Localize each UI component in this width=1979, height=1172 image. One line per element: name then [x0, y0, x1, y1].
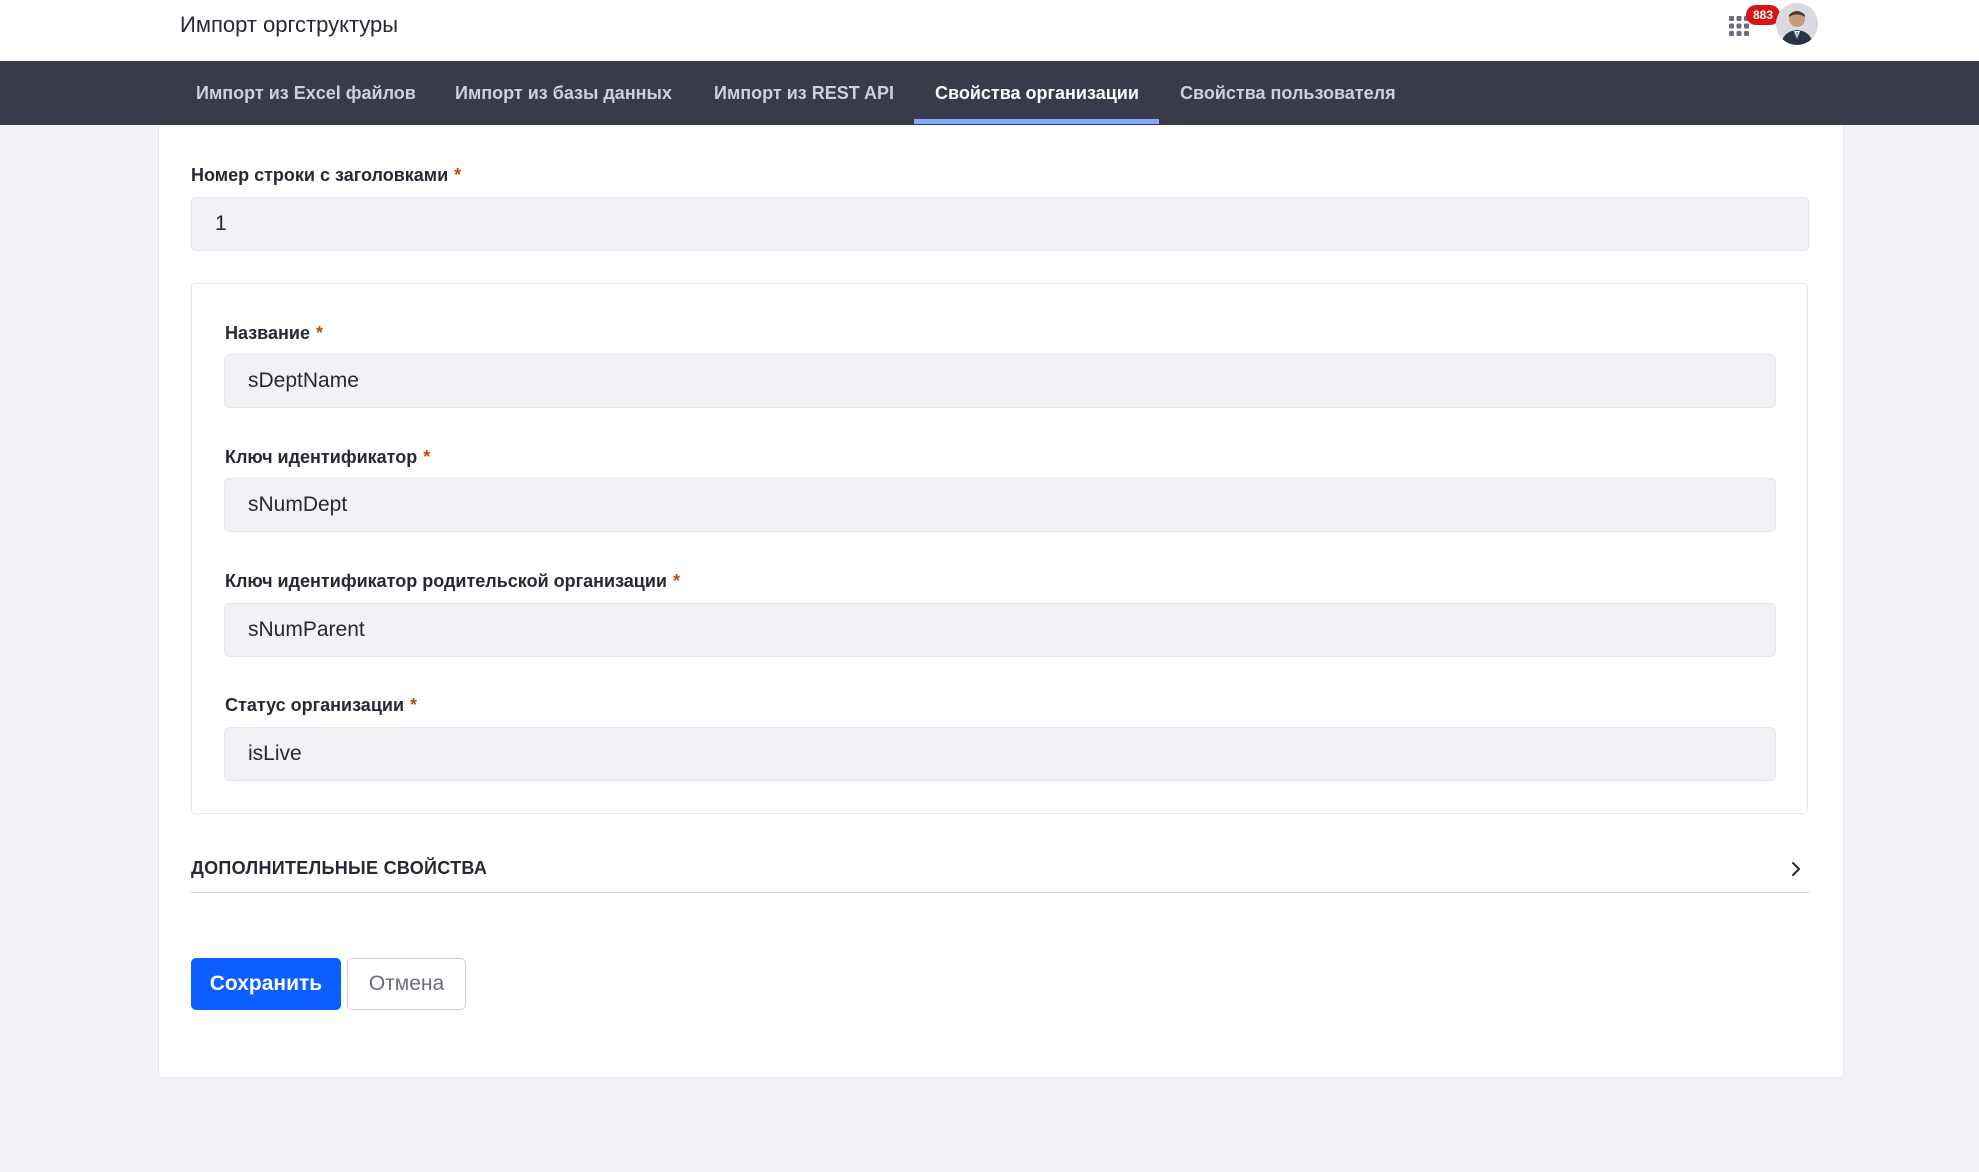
required-mark: * [315, 323, 323, 343]
required-mark: * [672, 571, 680, 591]
tab-user-properties[interactable]: Свойства пользователя [1180, 61, 1396, 125]
header-row-label: Номер строки с заголовками * [191, 165, 462, 185]
parent-id-key-field-input[interactable]: sNumParent [224, 603, 1776, 657]
required-mark: * [454, 165, 462, 185]
additional-properties-title: ДОПОЛНИТЕЛЬНЫЕ СВОЙСТВА [191, 858, 488, 878]
header-row-input[interactable]: 1 [191, 197, 1809, 251]
top-bar: Импорт оргструктуры 883 [0, 0, 1979, 62]
required-mark: * [423, 447, 431, 467]
active-tab-indicator [914, 119, 1159, 124]
user-avatar[interactable] [1776, 3, 1818, 45]
organization-status-field-label: Статус организации * [225, 695, 418, 715]
tab-navigation: Импорт из Excel файлов Импорт из базы да… [0, 61, 1979, 125]
cancel-button[interactable]: Отмена [347, 958, 466, 1010]
id-key-field-label: Ключ идентификатор * [225, 447, 431, 467]
tab-import-database[interactable]: Импорт из базы данных [455, 61, 672, 125]
tab-organization-properties[interactable]: Свойства организации [935, 61, 1139, 125]
chevron-right-icon [1787, 860, 1805, 878]
tab-import-excel[interactable]: Импорт из Excel файлов [196, 61, 416, 125]
notification-badge[interactable]: 883 [1746, 5, 1780, 25]
id-key-field-input[interactable]: sNumDept [224, 478, 1776, 532]
organization-status-field-input[interactable]: isLive [224, 727, 1776, 781]
parent-id-key-field-label: Ключ идентификатор родительской организа… [225, 571, 680, 591]
name-field-label: Название * [225, 323, 323, 343]
tab-import-rest-api[interactable]: Импорт из REST API [714, 61, 894, 125]
save-button[interactable]: Сохранить [191, 958, 341, 1010]
page-title: Импорт оргструктуры [180, 12, 399, 37]
name-field-input[interactable]: sDeptName [224, 354, 1776, 408]
required-mark: * [410, 695, 418, 715]
additional-properties-toggle[interactable]: ДОПОЛНИТЕЛЬНЫЕ СВОЙСТВА [191, 850, 1809, 893]
